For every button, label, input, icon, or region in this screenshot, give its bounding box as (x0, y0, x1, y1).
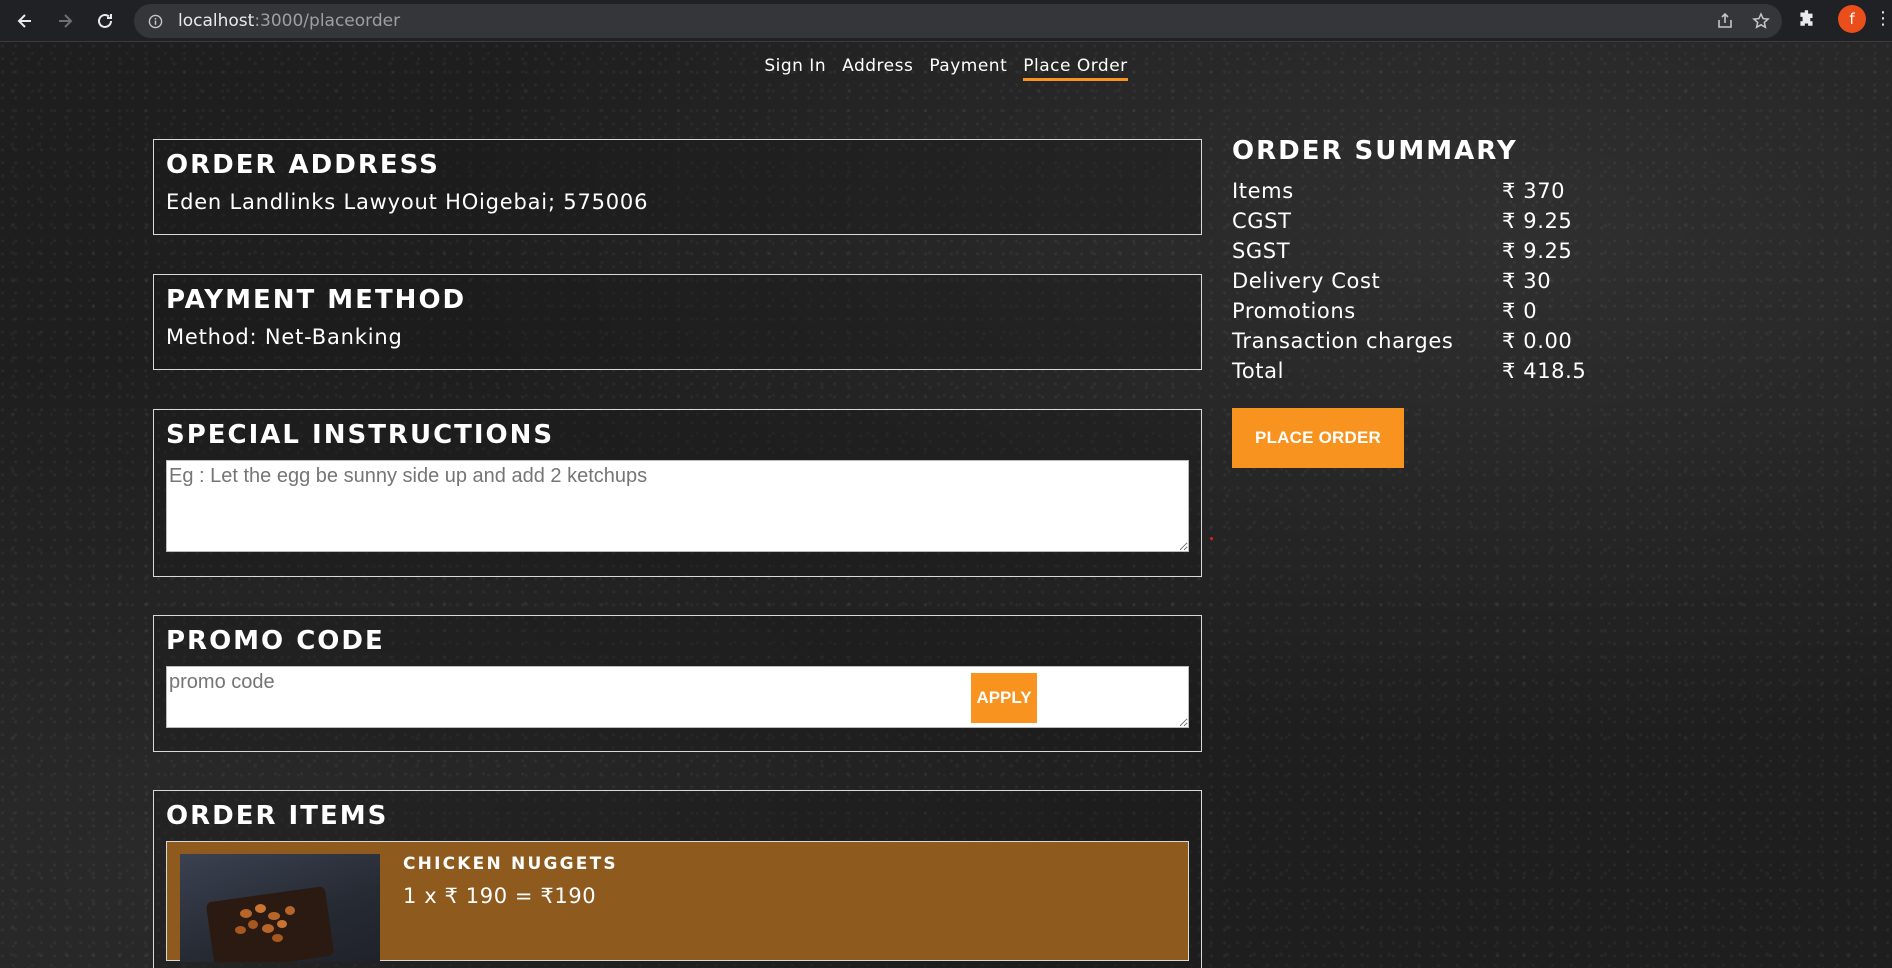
cursor-dot (1210, 537, 1213, 540)
summary-value: ₹ 418.5 (1502, 359, 1587, 383)
reload-icon[interactable] (86, 2, 124, 40)
forward-icon[interactable] (46, 2, 84, 40)
payment-method-title: PAYMENT METHOD (166, 285, 467, 315)
order-item-card: CHICKEN NUGGETS 1 x ₹ 190 = ₹190 (166, 841, 1189, 962)
item-name[interactable]: CHICKEN NUGGETS (403, 854, 618, 874)
order-items-title: ORDER ITEMS (166, 801, 389, 831)
address-bar[interactable]: localhost:3000/placeorder (134, 4, 1782, 38)
summary-label: Transaction charges (1232, 329, 1454, 353)
summary-value: ₹ 0 (1502, 299, 1538, 323)
summary-value: ₹ 9.25 (1502, 209, 1573, 233)
promo-code-title: PROMO CODE (166, 626, 385, 656)
summary-label: Delivery Cost (1232, 269, 1381, 293)
summary-value: ₹ 370 (1502, 179, 1566, 203)
summary-row-promotions: Promotions ₹ 0 (1232, 296, 1632, 326)
place-order-button[interactable]: PLACE ORDER (1232, 408, 1404, 468)
summary-value: ₹ 0.00 (1502, 329, 1573, 353)
summary-value: ₹ 9.25 (1502, 239, 1573, 263)
order-summary-title: ORDER SUMMARY (1232, 136, 1518, 166)
payment-method-text: Method: Net-Banking (166, 325, 403, 349)
order-summary: ORDER SUMMARY Items ₹ 370 CGST ₹ 9.25 SG… (1232, 136, 1632, 468)
promo-code-section: PROMO CODE APPLY (153, 615, 1202, 752)
special-instructions-section: SPECIAL INSTRUCTIONS (153, 409, 1202, 577)
order-address-section: ORDER ADDRESS Eden Landlinks Lawyout HOi… (153, 139, 1202, 235)
special-instructions-input[interactable] (166, 460, 1189, 552)
apply-promo-button[interactable]: APPLY (971, 673, 1037, 723)
summary-label: Promotions (1232, 299, 1356, 323)
step-sign-in[interactable]: Sign In (764, 56, 826, 81)
summary-row-delivery: Delivery Cost ₹ 30 (1232, 266, 1632, 296)
order-items-section: ORDER ITEMS CHICKEN NUGGETS 1 x ₹ 190 = … (153, 790, 1202, 968)
browser-toolbar: localhost:3000/placeorder f ⋮ (0, 0, 1892, 42)
summary-label: Items (1232, 179, 1294, 203)
share-icon[interactable] (1716, 12, 1734, 30)
site-info-icon[interactable] (148, 14, 168, 29)
item-image (180, 854, 380, 962)
summary-label: CGST (1232, 209, 1292, 233)
summary-row-transaction: Transaction charges ₹ 0.00 (1232, 326, 1632, 356)
summary-row-cgst: CGST ₹ 9.25 (1232, 206, 1632, 236)
menu-icon[interactable]: ⋮ (1874, 8, 1892, 29)
step-place-order[interactable]: Place Order (1023, 56, 1128, 81)
url-host: localhost (178, 11, 255, 31)
profile-avatar[interactable]: f (1838, 5, 1866, 33)
back-icon[interactable] (6, 2, 44, 40)
checkout-steps: Sign In Address Payment Place Order (0, 56, 1892, 81)
extensions-icon[interactable] (1796, 7, 1818, 33)
order-address-title: ORDER ADDRESS (166, 150, 440, 180)
star-icon[interactable] (1752, 12, 1770, 30)
summary-row-items: Items ₹ 370 (1232, 176, 1632, 206)
order-address-text: Eden Landlinks Lawyout HOigebai; 575006 (166, 190, 649, 214)
summary-label: SGST (1232, 239, 1291, 263)
summary-row-total: Total ₹ 418.5 (1232, 356, 1632, 386)
summary-value: ₹ 30 (1502, 269, 1552, 293)
step-payment[interactable]: Payment (929, 56, 1007, 81)
promo-code-wrapper: APPLY (166, 666, 1189, 728)
summary-label: Total (1232, 359, 1285, 383)
payment-method-section: PAYMENT METHOD Method: Net-Banking (153, 274, 1202, 370)
url-path: :3000/placeorder (254, 11, 401, 31)
item-price-line: 1 x ₹ 190 = ₹190 (403, 884, 597, 908)
special-instructions-title: SPECIAL INSTRUCTIONS (166, 420, 555, 450)
summary-row-sgst: SGST ₹ 9.25 (1232, 236, 1632, 266)
step-address[interactable]: Address (842, 56, 913, 81)
